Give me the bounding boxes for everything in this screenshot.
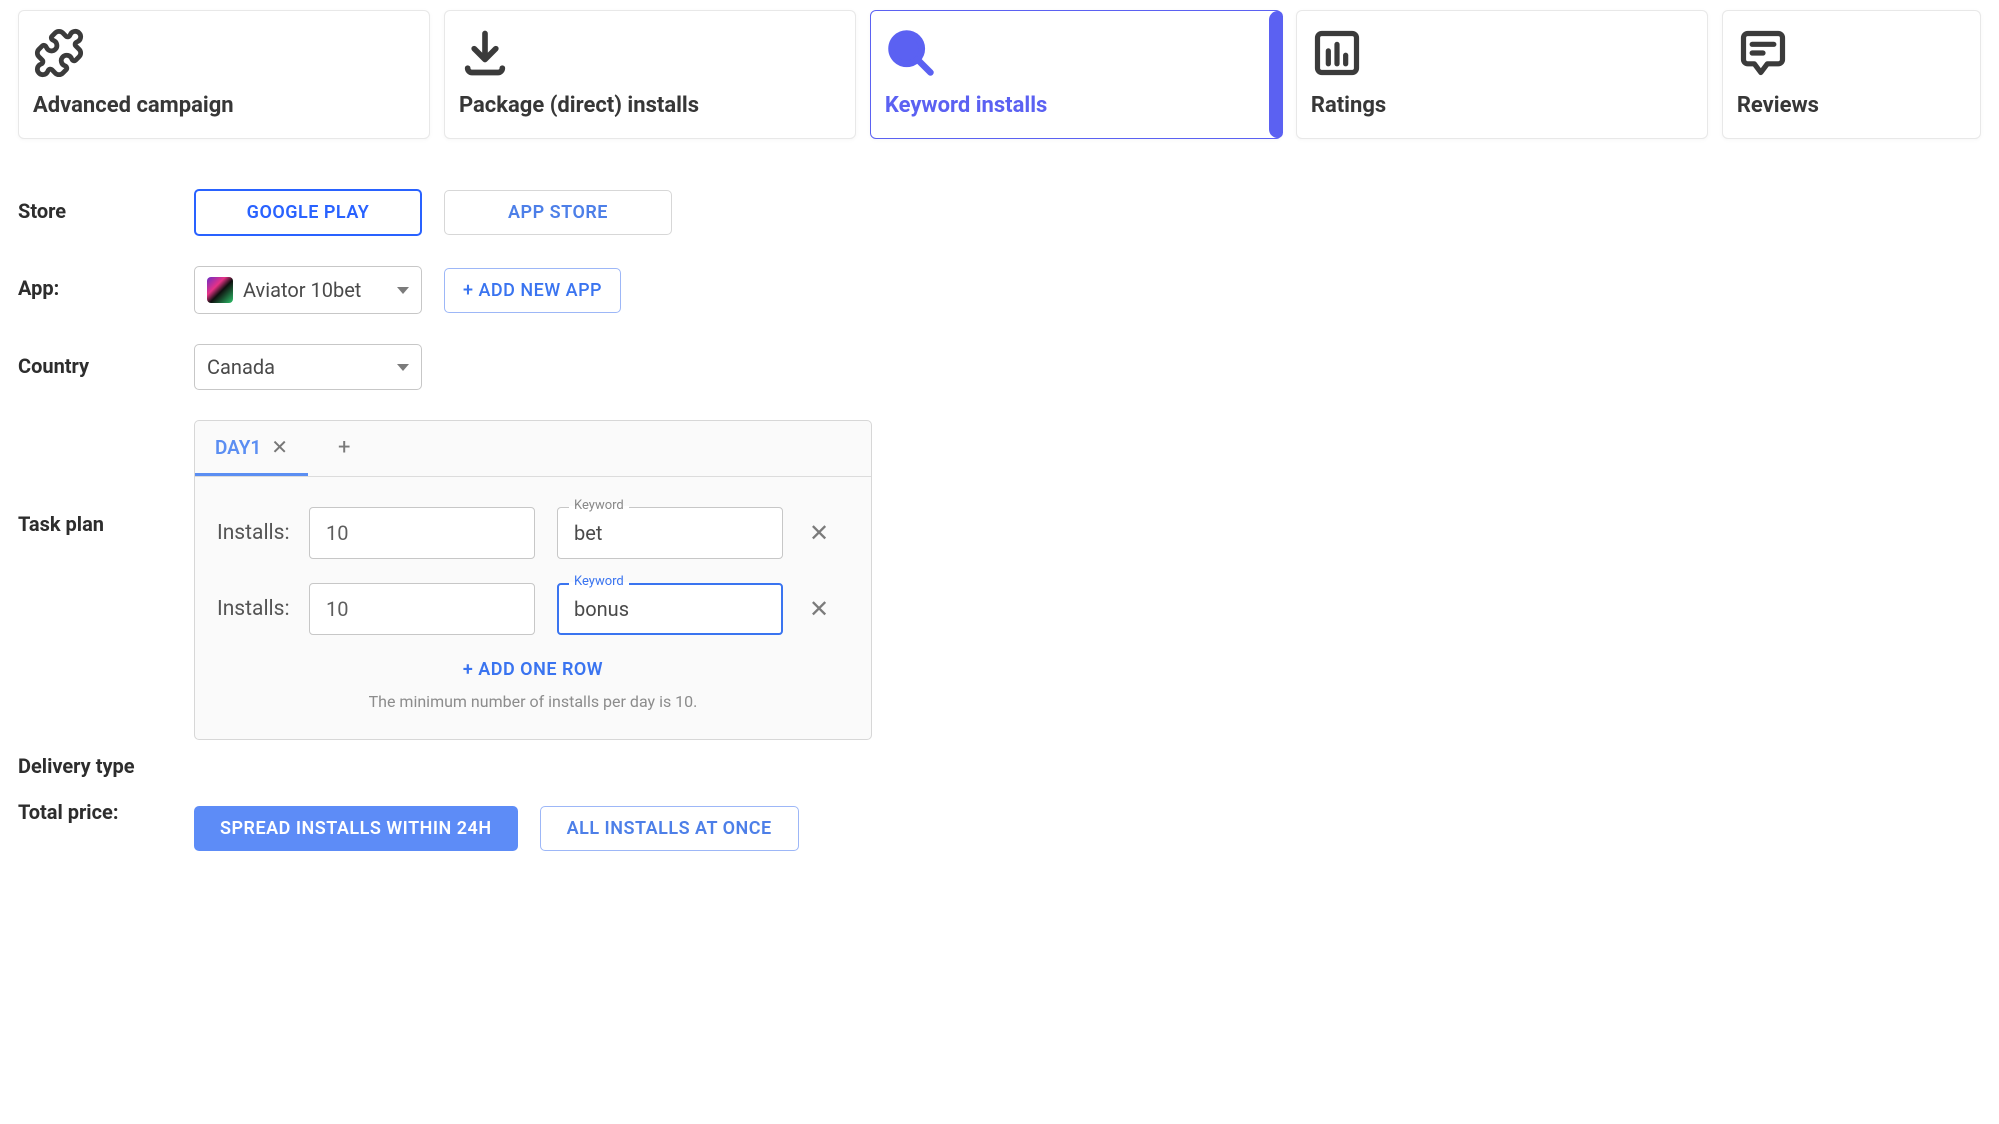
- google-play-button[interactable]: GOOGLE PLAY: [194, 189, 422, 236]
- min-installs-hint: The minimum number of installs per day i…: [217, 692, 849, 711]
- day-tab-label: DAY1: [215, 436, 261, 459]
- total-price-label: Total price:: [18, 800, 194, 824]
- tab-advanced-campaign[interactable]: Advanced campaign: [18, 10, 430, 139]
- country-row: Country Canada: [18, 344, 1981, 390]
- download-icon: [459, 27, 841, 79]
- tab-label: Advanced campaign: [33, 93, 415, 118]
- installs-label: Installs:: [217, 597, 287, 621]
- tab-label: Reviews: [1737, 93, 1966, 118]
- delivery-label: Delivery type: [18, 754, 194, 778]
- add-new-app-button[interactable]: + ADD NEW APP: [444, 268, 621, 313]
- keyword-field-label: Keyword: [569, 498, 629, 513]
- keyword-input[interactable]: [557, 583, 783, 635]
- tab-keyword-installs[interactable]: Keyword installs: [870, 10, 1282, 139]
- app-row: App: Aviator 10bet + ADD NEW APP: [18, 266, 1981, 314]
- installs-input[interactable]: [309, 583, 535, 635]
- close-icon[interactable]: ✕: [271, 435, 288, 459]
- spread-installs-button[interactable]: SPREAD INSTALLS WITHIN 24H: [194, 806, 518, 851]
- add-one-row-button[interactable]: + ADD ONE ROW: [463, 659, 603, 680]
- plan-body: Installs: Keyword ✕ Installs: Keyword ✕ …: [195, 477, 871, 739]
- country-select[interactable]: Canada: [194, 344, 422, 390]
- puzzle-icon: [33, 27, 415, 79]
- keyword-field-label: Keyword: [569, 574, 629, 589]
- review-icon: [1737, 27, 1966, 79]
- installs-label: Installs:: [217, 521, 287, 545]
- bar-chart-icon: [1311, 27, 1693, 79]
- tab-label: Keyword installs: [885, 93, 1267, 118]
- tab-reviews[interactable]: Reviews: [1722, 10, 1981, 139]
- campaign-type-tabs: Advanced campaign Package (direct) insta…: [18, 10, 1981, 139]
- day-tab-1[interactable]: DAY1 ✕: [195, 421, 308, 476]
- country-label: Country: [18, 344, 194, 378]
- plan-row: Installs: Keyword ✕: [217, 507, 849, 559]
- all-installs-once-button[interactable]: ALL INSTALLS AT ONCE: [540, 806, 799, 851]
- task-plan-box: DAY1 ✕ + Installs: Keyword ✕ Installs: K…: [194, 420, 872, 740]
- tab-label: Package (direct) installs: [459, 93, 841, 118]
- delivery-row: Delivery type: [18, 754, 1981, 778]
- app-icon: [207, 277, 233, 303]
- tab-label: Ratings: [1311, 93, 1693, 118]
- total-price-row: Total price: SPREAD INSTALLS WITHIN 24H …: [18, 800, 1981, 851]
- day-tabs: DAY1 ✕ +: [195, 421, 871, 477]
- app-label: App:: [18, 266, 194, 300]
- plan-row: Installs: Keyword ✕: [217, 583, 849, 635]
- remove-row-icon[interactable]: ✕: [805, 595, 833, 623]
- chevron-down-icon: [397, 364, 409, 371]
- chevron-down-icon: [397, 287, 409, 294]
- search-icon: [885, 27, 1267, 79]
- installs-input[interactable]: [309, 507, 535, 559]
- remove-row-icon[interactable]: ✕: [805, 519, 833, 547]
- app-store-button[interactable]: APP STORE: [444, 190, 672, 235]
- task-plan-label: Task plan: [18, 420, 194, 536]
- store-row: Store GOOGLE PLAY APP STORE: [18, 189, 1981, 236]
- keyword-input[interactable]: [557, 507, 783, 559]
- app-select[interactable]: Aviator 10bet: [194, 266, 422, 314]
- tab-ratings[interactable]: Ratings: [1296, 10, 1708, 139]
- tab-package-installs[interactable]: Package (direct) installs: [444, 10, 856, 139]
- task-plan-row: Task plan DAY1 ✕ + Installs: Keyword ✕ I…: [18, 420, 1981, 740]
- app-selected-value: Aviator 10bet: [243, 278, 361, 302]
- add-day-tab[interactable]: +: [308, 421, 380, 476]
- country-selected-value: Canada: [207, 355, 275, 379]
- store-label: Store: [18, 189, 194, 223]
